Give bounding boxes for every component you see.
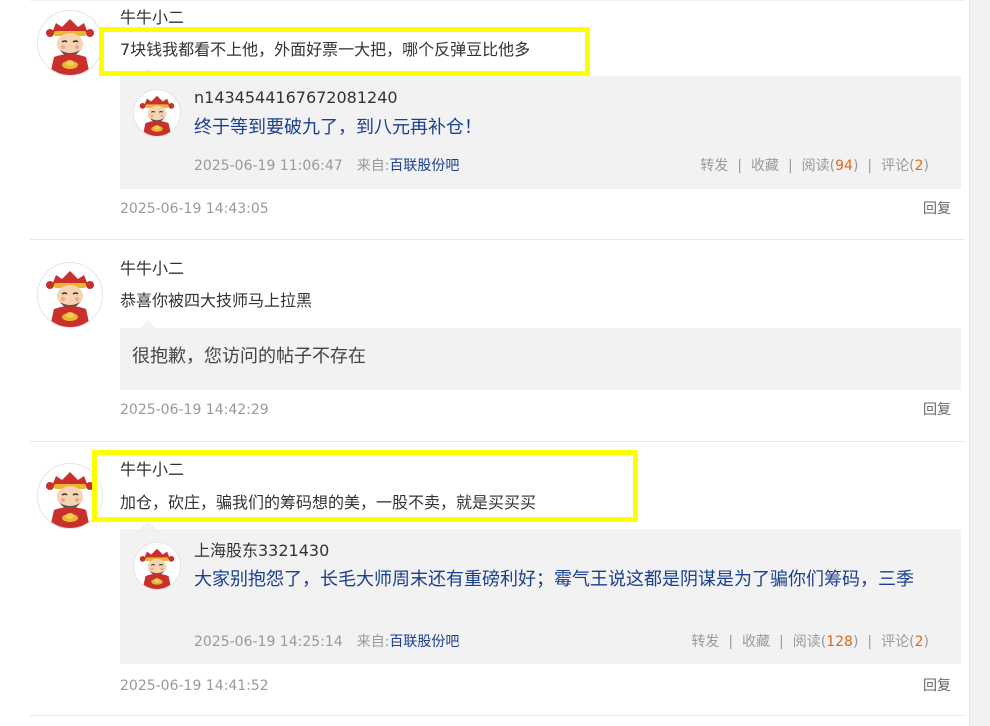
source-label: 来自:	[356, 634, 390, 650]
read-count-value: 94	[835, 158, 853, 174]
missing-post-notice: 很抱歉，您访问的帖子不存在	[120, 320, 961, 390]
caishen-avatar-icon	[134, 543, 180, 589]
comment-divider	[30, 715, 965, 716]
quoted-actions: 转发 | 收藏 | 阅读(94) | 评论(2)	[700, 157, 929, 175]
caishen-avatar-icon	[134, 90, 180, 136]
read-count: 阅读(128)	[792, 634, 859, 650]
comment-count-link[interactable]: 评论(2)	[881, 634, 929, 650]
quoted-avatar[interactable]	[133, 89, 181, 137]
favorite-link[interactable]: 收藏	[742, 634, 770, 650]
caishen-avatar-icon	[38, 11, 102, 75]
reply-button[interactable]: 回复	[923, 677, 951, 695]
comment-username[interactable]: 牛牛小二	[120, 259, 184, 279]
quoted-actions: 转发 | 收藏 | 阅读(128) | 评论(2)	[691, 633, 929, 651]
quoted-meta: 2025-06-19 11:06:47 来自:百联股份吧	[194, 157, 459, 175]
quoted-post[interactable]: 上海股东3321430 大家别抱怨了，长毛大师周末还有重磅利好；霉气王说这都是阴…	[120, 521, 961, 664]
separator: |	[779, 634, 784, 650]
reply-button[interactable]: 回复	[923, 200, 951, 218]
avatar[interactable]	[37, 262, 103, 328]
quoted-avatar[interactable]	[133, 542, 181, 590]
comment-text: 恭喜你被四大技师马上拉黑	[120, 291, 313, 310]
comment-time: 2025-06-19 14:41:52	[120, 678, 269, 694]
comment-item: 牛牛小二 恭喜你被四大技师马上拉黑 很抱歉，您访问的帖子不存在 2025-06-…	[30, 241, 965, 441]
forward-link[interactable]: 转发	[691, 634, 719, 650]
comment-count-link[interactable]: 评论(2)	[881, 158, 929, 174]
source-link[interactable]: 百联股份吧	[389, 634, 459, 650]
comment-username[interactable]: 牛牛小二	[120, 8, 184, 28]
read-label: 阅读	[792, 634, 821, 650]
read-label: 阅读	[801, 158, 830, 174]
quoted-text[interactable]: 终于等到要破九了，到八元再补仓！	[194, 116, 482, 140]
separator: |	[787, 158, 793, 174]
comment-count-label: 评论	[881, 158, 910, 174]
separator: |	[867, 158, 873, 174]
quoted-post[interactable]: n1434544167672081240 终于等到要破九了，到八元再补仓！ 20…	[120, 68, 961, 189]
quoted-meta: 2025-06-19 14:25:14 来自:百联股份吧	[194, 633, 459, 651]
comment-divider	[30, 441, 965, 442]
comment-time: 2025-06-19 14:42:29	[120, 402, 269, 418]
comment-divider	[30, 239, 965, 240]
quoted-username[interactable]: 上海股东3321430	[194, 541, 329, 561]
comment-count-label: 评论	[881, 634, 910, 650]
highlight-box	[99, 27, 590, 76]
highlight-box	[92, 450, 638, 522]
caishen-avatar-icon	[38, 263, 102, 327]
quote-arrow	[140, 320, 156, 328]
comment-time: 2025-06-19 14:43:05	[120, 201, 269, 217]
comment-count-value: 2	[914, 634, 924, 650]
not-found-text: 很抱歉，您访问的帖子不存在	[132, 346, 366, 367]
source-link[interactable]: 百联股份吧	[389, 158, 459, 174]
quote-arrow	[140, 521, 156, 529]
read-count-value: 128	[826, 634, 853, 650]
comment-count-value: 2	[914, 158, 924, 174]
quoted-time: 2025-06-19 14:25:14	[194, 634, 343, 650]
read-count: 阅读(94)	[801, 158, 859, 174]
quoted-text[interactable]: 大家别抱怨了，长毛大师周末还有重磅利好；霉气王说这都是阴谋是为了骗你们筹码，三季	[194, 569, 929, 591]
reply-button[interactable]: 回复	[923, 401, 951, 419]
separator: |	[737, 158, 742, 174]
separator: |	[867, 634, 873, 650]
forward-link[interactable]: 转发	[700, 158, 728, 174]
separator: |	[728, 634, 734, 650]
quoted-username[interactable]: n1434544167672081240	[194, 88, 398, 108]
avatar[interactable]	[37, 10, 103, 76]
favorite-link[interactable]: 收藏	[751, 158, 779, 174]
quoted-time: 2025-06-19 11:06:47	[194, 158, 343, 174]
source-label: 来自:	[356, 158, 390, 174]
page-scrollbar[interactable]	[969, 0, 990, 726]
